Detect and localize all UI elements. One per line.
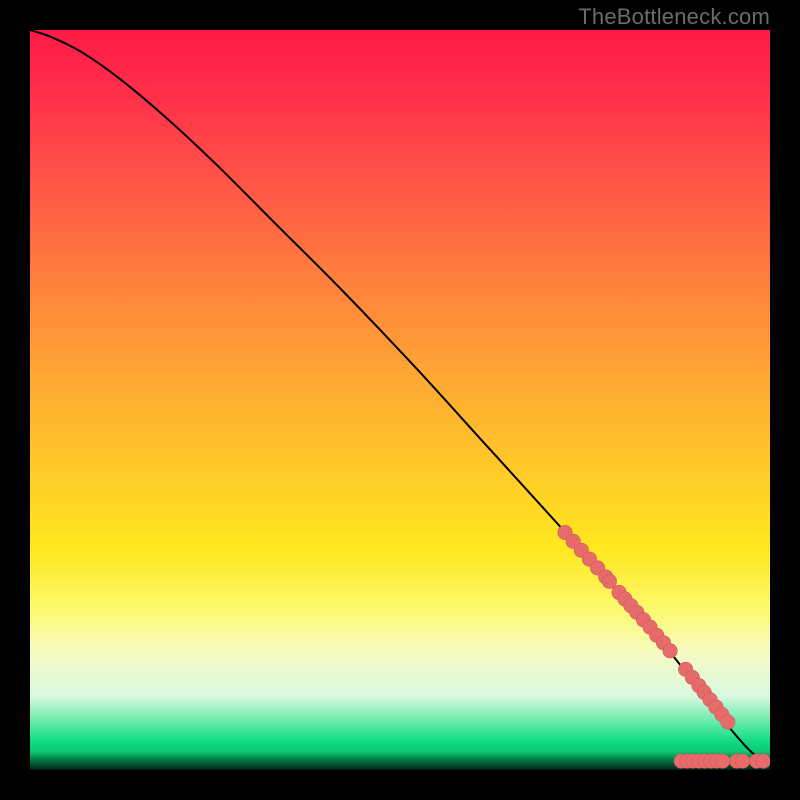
data-points-group [558, 525, 770, 768]
chart-svg [30, 30, 770, 770]
data-point [735, 754, 749, 768]
data-point [756, 754, 770, 768]
data-point [715, 754, 729, 768]
data-point [721, 715, 735, 729]
plot-area [30, 30, 770, 770]
chart-root: TheBottleneck.com [0, 0, 800, 800]
data-point [602, 574, 616, 588]
data-point [663, 644, 677, 658]
bottleneck-curve [30, 30, 770, 761]
watermark-text: TheBottleneck.com [578, 4, 770, 30]
